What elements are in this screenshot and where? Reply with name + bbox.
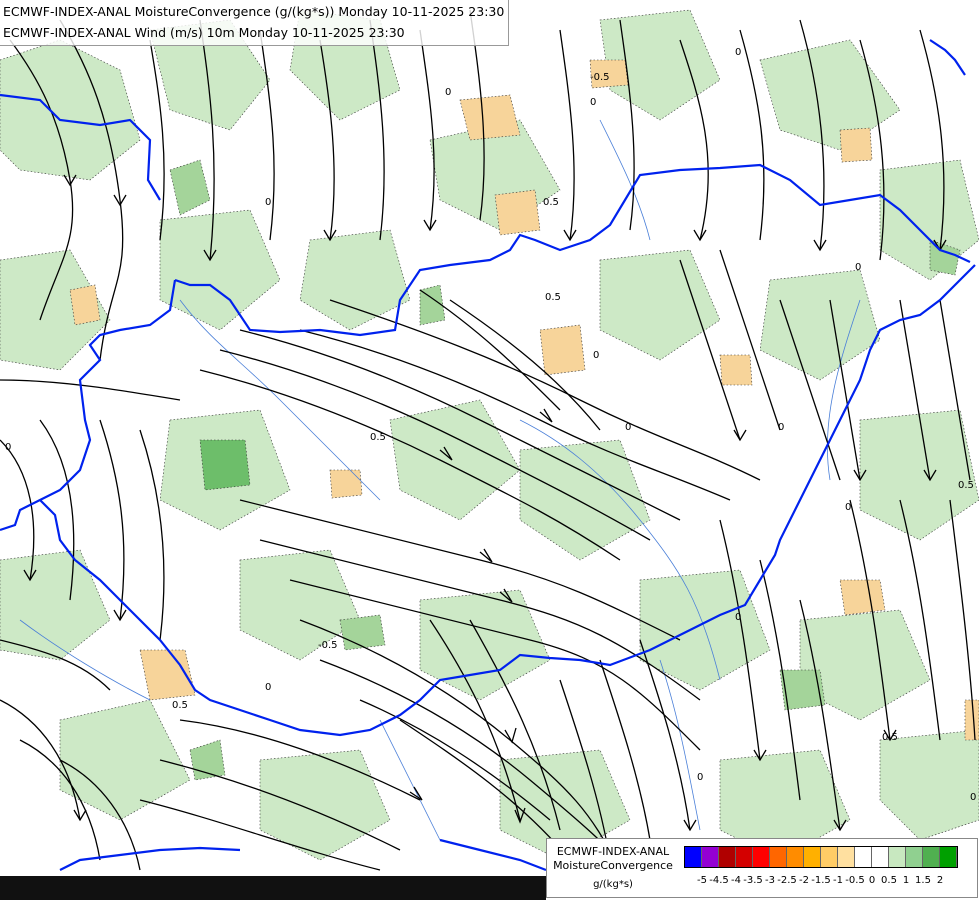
contour-label: 0 [855, 262, 861, 273]
legend-swatch [719, 847, 736, 867]
legend-tick-label: 0.5 [881, 875, 897, 886]
contour-label: 0 [590, 97, 596, 108]
contour-label: 0.5 [882, 732, 898, 743]
legend-swatch [736, 847, 753, 867]
legend-swatch [804, 847, 821, 867]
legend-tick-label: 2 [936, 875, 944, 886]
contour-label: 0 [593, 350, 599, 361]
legend-unit: g/(kg*s) [593, 879, 633, 890]
header-line-2: ECMWF-INDEX-ANAL Wind (m/s) 10m Monday 1… [3, 25, 405, 40]
legend-swatch [753, 847, 770, 867]
legend-title-line-2: MoistureConvergence [553, 859, 673, 872]
legend-swatch [855, 847, 872, 867]
legend-swatch [702, 847, 719, 867]
legend-tick-label: -4.5 [709, 875, 729, 886]
legend-swatch [821, 847, 838, 867]
legend-tick-label: -2 [799, 875, 809, 886]
bottom-strip [0, 876, 546, 900]
contour-label: 0 [265, 197, 271, 208]
legend-tick-label: 1 [902, 875, 910, 886]
legend-swatch [685, 847, 702, 867]
contour-label: 0.5 [543, 197, 559, 208]
contour-label: 0 [735, 612, 741, 623]
contour-label: 0 [970, 792, 976, 803]
legend-ticks: -5 -4.5 -4 -3.5 -3 -2.5 -2 -1.5 -1 -0.5 0 0.5 1 1.5 2 [684, 875, 974, 889]
legend-swatch [872, 847, 889, 867]
legend-tick-label: -3 [765, 875, 775, 886]
legend-tick-label: -3.5 [743, 875, 763, 886]
legend-swatch [838, 847, 855, 867]
legend-swatch [787, 847, 804, 867]
legend-swatch [906, 847, 923, 867]
contour-label: 0 [778, 422, 784, 433]
map-view[interactable]: 0 0 0 0 0 0 0 0 0 0 0 0 0 0 0.5 -0.5 0.5… [0, 0, 979, 900]
map-canvas[interactable]: 0 0 0 0 0 0 0 0 0 0 0 0 0 0 0.5 -0.5 0.5… [0, 0, 979, 900]
contour-label: 0.5 [370, 432, 386, 443]
color-legend: ECMWF-INDEX-ANAL MoistureConvergence g/(… [546, 838, 978, 898]
header-line-1: ECMWF-INDEX-ANAL MoistureConvergence (g/… [3, 4, 505, 19]
legend-swatch [940, 847, 957, 867]
legend-tick-label: -0.5 [845, 875, 865, 886]
legend-title: ECMWF-INDEX-ANAL MoistureConvergence [549, 845, 677, 873]
contour-label: 0 [265, 682, 271, 693]
legend-swatch [923, 847, 940, 867]
legend-tick-label: 0 [868, 875, 876, 886]
map-header: ECMWF-INDEX-ANAL MoistureConvergence (g/… [0, 0, 510, 46]
legend-swatch [889, 847, 906, 867]
legend-tick-label: -1.5 [811, 875, 831, 886]
legend-tick-label: -1 [833, 875, 843, 886]
legend-swatches [684, 846, 958, 868]
legend-tick-label: -2.5 [777, 875, 797, 886]
contour-label: 0.5 [545, 292, 561, 303]
legend-tick-label: 1.5 [915, 875, 931, 886]
contour-label: 0 [735, 47, 741, 58]
contour-label: 0 [625, 422, 631, 433]
contour-label: 0 [445, 87, 451, 98]
contour-label: -0.5 [590, 72, 610, 83]
legend-tick-label: -4 [731, 875, 741, 886]
contour-label: 0.5 [958, 480, 974, 491]
contour-label: 0 [5, 442, 11, 453]
contour-label: -0.5 [318, 640, 338, 651]
legend-tick-label: -5 [697, 875, 707, 886]
legend-title-line-1: ECMWF-INDEX-ANAL [556, 845, 670, 858]
contour-label: 0 [845, 502, 851, 513]
contour-label: 0 [697, 772, 703, 783]
contour-label: 0.5 [172, 700, 188, 711]
legend-swatch [770, 847, 787, 867]
